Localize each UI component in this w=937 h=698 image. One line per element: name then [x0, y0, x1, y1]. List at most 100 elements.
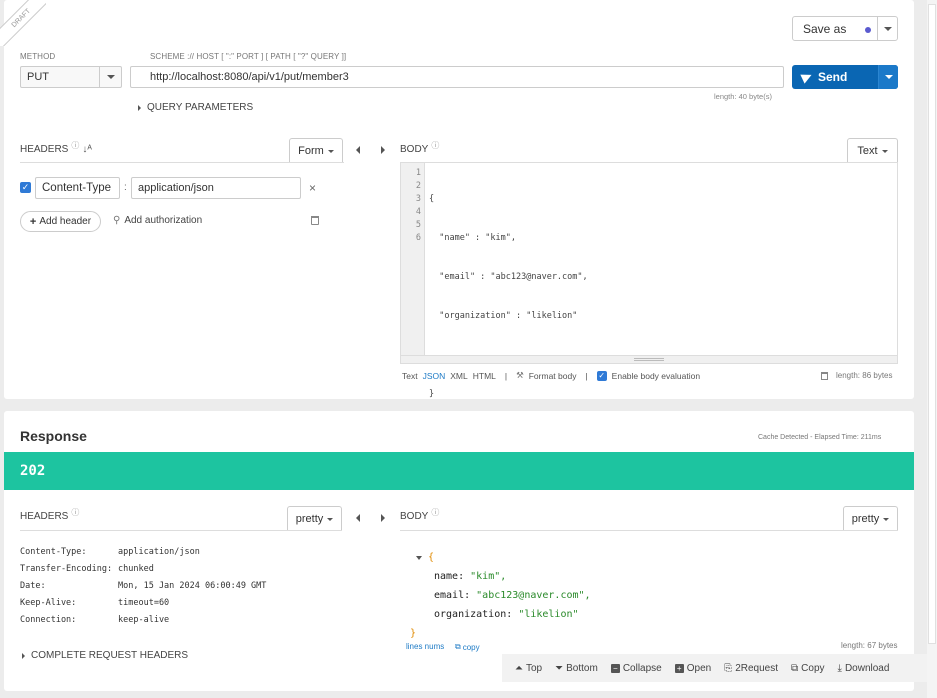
- bottom-label: Bottom: [566, 662, 598, 674]
- json-field: email: "abc123@naver.com",: [416, 586, 591, 605]
- separator: |: [504, 370, 508, 381]
- header-name-input[interactable]: Content-Type: [35, 177, 120, 199]
- header-value-value: application/json: [138, 182, 214, 194]
- to-request-button[interactable]: ⎘ 2Request: [724, 663, 778, 674]
- header-enabled-checkbox[interactable]: ✓: [20, 182, 31, 193]
- json-key: organization:: [434, 609, 513, 620]
- header-value: chunked: [118, 564, 154, 574]
- json-value: "likelion": [518, 609, 579, 620]
- add-authorization-link[interactable]: ⚲ Add authorization: [113, 215, 202, 226]
- response-body-label: BODY: [400, 511, 429, 522]
- enable-eval-checkbox[interactable]: ✓: [596, 370, 607, 381]
- add-header-button[interactable]: + Add header: [20, 211, 101, 232]
- response-headers-divider: [20, 530, 342, 531]
- headers-form-mode-button[interactable]: Form: [289, 138, 343, 163]
- query-parameters-label: QUERY PARAMETERS: [147, 102, 254, 113]
- format-body-button[interactable]: Format body: [529, 371, 577, 381]
- sort-icon[interactable]: ↓ᴬ: [82, 144, 92, 155]
- line-number: 6: [415, 233, 421, 243]
- copy-small-label: copy: [462, 642, 480, 652]
- json-value: "kim",: [470, 571, 507, 582]
- collapse-json-icon[interactable]: [416, 555, 422, 560]
- scroll-top-button[interactable]: ⏶ Top: [515, 663, 542, 674]
- method-value: PUT: [27, 71, 49, 83]
- arrow-down-icon: ⏷: [555, 662, 564, 674]
- headers-mode-label: Form: [298, 145, 324, 157]
- response-headers-mode: pretty: [295, 513, 324, 525]
- query-parameters-toggle[interactable]: QUERY PARAMETERS: [138, 102, 253, 113]
- complete-request-headers-toggle[interactable]: COMPLETE REQUEST HEADERS: [22, 650, 188, 661]
- response-header-row: Content-Type: application/json: [20, 544, 266, 561]
- collapse-left-icon[interactable]: [356, 514, 360, 522]
- download-icon: ⤓: [837, 662, 842, 674]
- response-headers-mode-button[interactable]: pretty: [287, 506, 342, 531]
- method-select[interactable]: PUT: [20, 66, 122, 88]
- request-card: DRAFT Save as METHOD PUT SCHEME :// HOST…: [0, 0, 914, 399]
- body-text-mode-button[interactable]: Text: [847, 138, 898, 163]
- format-html[interactable]: HTML: [473, 371, 496, 381]
- response-header-row: Connection: keep-alive: [20, 612, 266, 629]
- json-value: "abc123@naver.com",: [476, 590, 591, 601]
- header-colon: :: [124, 182, 127, 193]
- send-button[interactable]: Send: [792, 65, 898, 89]
- json-open-brace: {: [428, 552, 435, 563]
- response-body-mode: pretty: [851, 513, 880, 525]
- add-authorization-label: Add authorization: [124, 215, 203, 226]
- response-body-divider: [400, 530, 898, 531]
- collapse-right-icon[interactable]: [381, 146, 385, 154]
- plus-icon: +: [29, 215, 37, 228]
- save-as-label: Save as: [803, 21, 847, 36]
- collapse-right-icon[interactable]: [381, 514, 385, 522]
- status-code: 202: [20, 463, 46, 479]
- header-key: Content-Type:: [20, 547, 87, 557]
- copy-small-icon: ⧉: [455, 642, 461, 651]
- url-input[interactable]: http://localhost:8080/api/v1/put/member3: [130, 66, 784, 88]
- response-body-title: BODY ⓘ: [400, 508, 439, 522]
- header-key: Date:: [20, 581, 46, 591]
- copy-label: Copy: [801, 662, 825, 674]
- lines-nums-toggle[interactable]: lines nums: [406, 642, 444, 651]
- trash-icon[interactable]: [311, 216, 319, 225]
- scrollbar-thumb[interactable]: [928, 4, 936, 644]
- editor-resize-handle[interactable]: [401, 355, 897, 363]
- remove-header-icon[interactable]: ×: [309, 181, 316, 195]
- line-number: 4: [415, 207, 421, 217]
- header-value-input[interactable]: application/json: [131, 177, 301, 199]
- copy-button[interactable]: ⧉ Copy: [791, 663, 825, 674]
- response-headers-list: Content-Type: application/json Transfer-E…: [20, 544, 266, 629]
- body-format-bar: Text JSON XML HTML | ⚒ Format body | ✓ E…: [402, 370, 700, 381]
- save-as-button[interactable]: Save as: [792, 16, 898, 41]
- save-as-dropdown-icon[interactable]: [877, 17, 898, 40]
- line-numbers: 1 2 3 4 5 6: [401, 167, 421, 245]
- open-button[interactable]: + Open: [674, 663, 711, 674]
- response-body-mode-button[interactable]: pretty: [843, 506, 898, 531]
- download-button[interactable]: ⤓ Download: [838, 663, 890, 674]
- body-editor[interactable]: 1 2 3 4 5 6 { "name" : "kim", "email" : …: [400, 162, 898, 399]
- send-label: Send: [818, 70, 848, 84]
- code-line: "organization" : "likelion": [429, 311, 578, 321]
- method-dropdown-icon[interactable]: [99, 67, 121, 87]
- header-value: application/json: [118, 547, 200, 557]
- copy-small-link[interactable]: ⧉ copy: [455, 642, 480, 652]
- format-text[interactable]: Text: [402, 371, 418, 381]
- expand-right-icon: [22, 652, 25, 659]
- header-key: Transfer-Encoding:: [20, 564, 113, 574]
- code-line: }: [429, 389, 435, 399]
- body-label: BODY: [400, 144, 429, 155]
- add-header-label: Add header: [39, 216, 92, 227]
- url-value: http://localhost:8080/api/v1/put/member3: [150, 71, 349, 83]
- key-icon: ⚲: [113, 215, 121, 226]
- send-dropdown-icon[interactable]: [878, 65, 898, 89]
- scroll-bottom-button[interactable]: ⏷ Bottom: [555, 663, 598, 674]
- code-line: "name" : "kim",: [429, 233, 516, 243]
- collapse-button[interactable]: − Collapse: [610, 663, 662, 674]
- header-key: Keep-Alive:: [20, 598, 77, 608]
- clear-body-icon[interactable]: [821, 372, 828, 380]
- header-key: Connection:: [20, 615, 77, 625]
- collapse-left-icon[interactable]: [356, 146, 360, 154]
- format-xml[interactable]: XML: [450, 371, 467, 381]
- to-request-label: 2Request: [735, 662, 779, 674]
- format-json[interactable]: JSON: [423, 371, 446, 381]
- request-headers-title: HEADERS ⓘ ↓ᴬ: [20, 141, 92, 155]
- draft-ribbon: DRAFT: [0, 0, 46, 46]
